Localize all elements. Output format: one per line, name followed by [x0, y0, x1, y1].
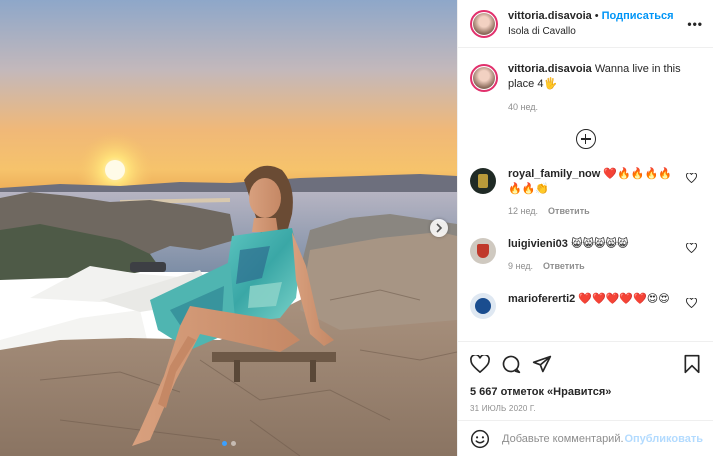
comment-item: royal_family_now ❤️🔥🔥🔥🔥🔥🔥👏 12 нед. Ответи…	[470, 167, 701, 219]
caption-time[interactable]: 40 нед.	[508, 100, 688, 115]
comment-item: luigivieni03 😸😸😸😸😸 9 нед. Ответить	[470, 237, 701, 274]
comment-like-icon[interactable]	[686, 173, 697, 183]
author-username[interactable]: vittoria.disavoia	[508, 10, 592, 22]
post-side-panel: vittoria.disavoia • Подписаться Isola di C…	[457, 0, 713, 456]
bookmark-icon[interactable]	[683, 354, 701, 374]
comment-username[interactable]: luigivieni03	[508, 238, 568, 250]
comment-avatar[interactable]	[470, 238, 496, 264]
follow-button[interactable]: Подписаться	[602, 10, 674, 22]
paper-plane-icon[interactable]	[532, 354, 552, 374]
chevron-right-icon	[436, 223, 443, 233]
carousel-dot	[221, 441, 227, 446]
carousel-dot	[230, 441, 236, 446]
publish-button[interactable]: Опубликовать	[624, 433, 703, 445]
load-more-comments-button[interactable]	[575, 129, 596, 149]
instagram-post: vittoria.disavoia • Подписаться Isola di C…	[0, 0, 713, 456]
comment-like-icon[interactable]	[686, 243, 697, 253]
post-date[interactable]: 31 ИЮЛЬ 2020 Г.	[470, 404, 701, 413]
header-separator: •	[594, 9, 599, 22]
comment-text: 😸😸😸😸😸	[570, 238, 629, 250]
carousel-indicator	[0, 441, 457, 446]
add-comment-bar: Опубликовать	[458, 420, 713, 456]
comments-list: vittoria.disavoia Wanna live in this pla…	[458, 48, 713, 341]
heart-icon[interactable]	[470, 355, 490, 373]
sunset-scene-image	[0, 0, 457, 456]
carousel-next-button[interactable]	[430, 219, 448, 237]
comment-icon[interactable]	[501, 354, 521, 374]
more-horizontal-icon[interactable]: •••	[687, 17, 703, 31]
smiley-icon[interactable]	[470, 429, 490, 449]
comment-avatar[interactable]	[470, 293, 496, 319]
post-caption: vittoria.disavoia Wanna live in this pla…	[470, 62, 701, 115]
caption-avatar[interactable]	[470, 64, 498, 92]
action-bar	[470, 352, 701, 376]
comment-time[interactable]: 12 нед.	[508, 206, 538, 216]
comment-input[interactable]	[502, 432, 625, 445]
post-location[interactable]: Isola di Cavallo	[508, 24, 674, 39]
author-avatar[interactable]	[470, 9, 498, 38]
post-photo[interactable]	[0, 0, 457, 456]
comment-like-icon[interactable]	[686, 298, 697, 308]
post-header: vittoria.disavoia • Подписаться Isola di C…	[458, 0, 713, 48]
comment-username[interactable]: mariofererti2	[508, 293, 575, 305]
comment-item: mariofererti2 ❤️❤️❤️❤️❤️😍😍	[470, 292, 701, 319]
reply-button[interactable]: Ответить	[543, 261, 585, 271]
likes-count[interactable]: 5 667 отметок «Нравится»	[470, 386, 701, 398]
comment-text: ❤️❤️❤️❤️❤️😍😍	[578, 293, 670, 305]
reply-button[interactable]: Ответить	[548, 206, 590, 216]
caption-username[interactable]: vittoria.disavoia	[508, 63, 592, 75]
comment-time[interactable]: 9 нед.	[508, 261, 533, 271]
post-actions-area: 5 667 отметок «Нравится» 31 ИЮЛЬ 2020 Г.	[458, 341, 713, 413]
comment-avatar[interactable]	[470, 168, 496, 194]
comment-username[interactable]: royal_family_now	[508, 168, 600, 180]
